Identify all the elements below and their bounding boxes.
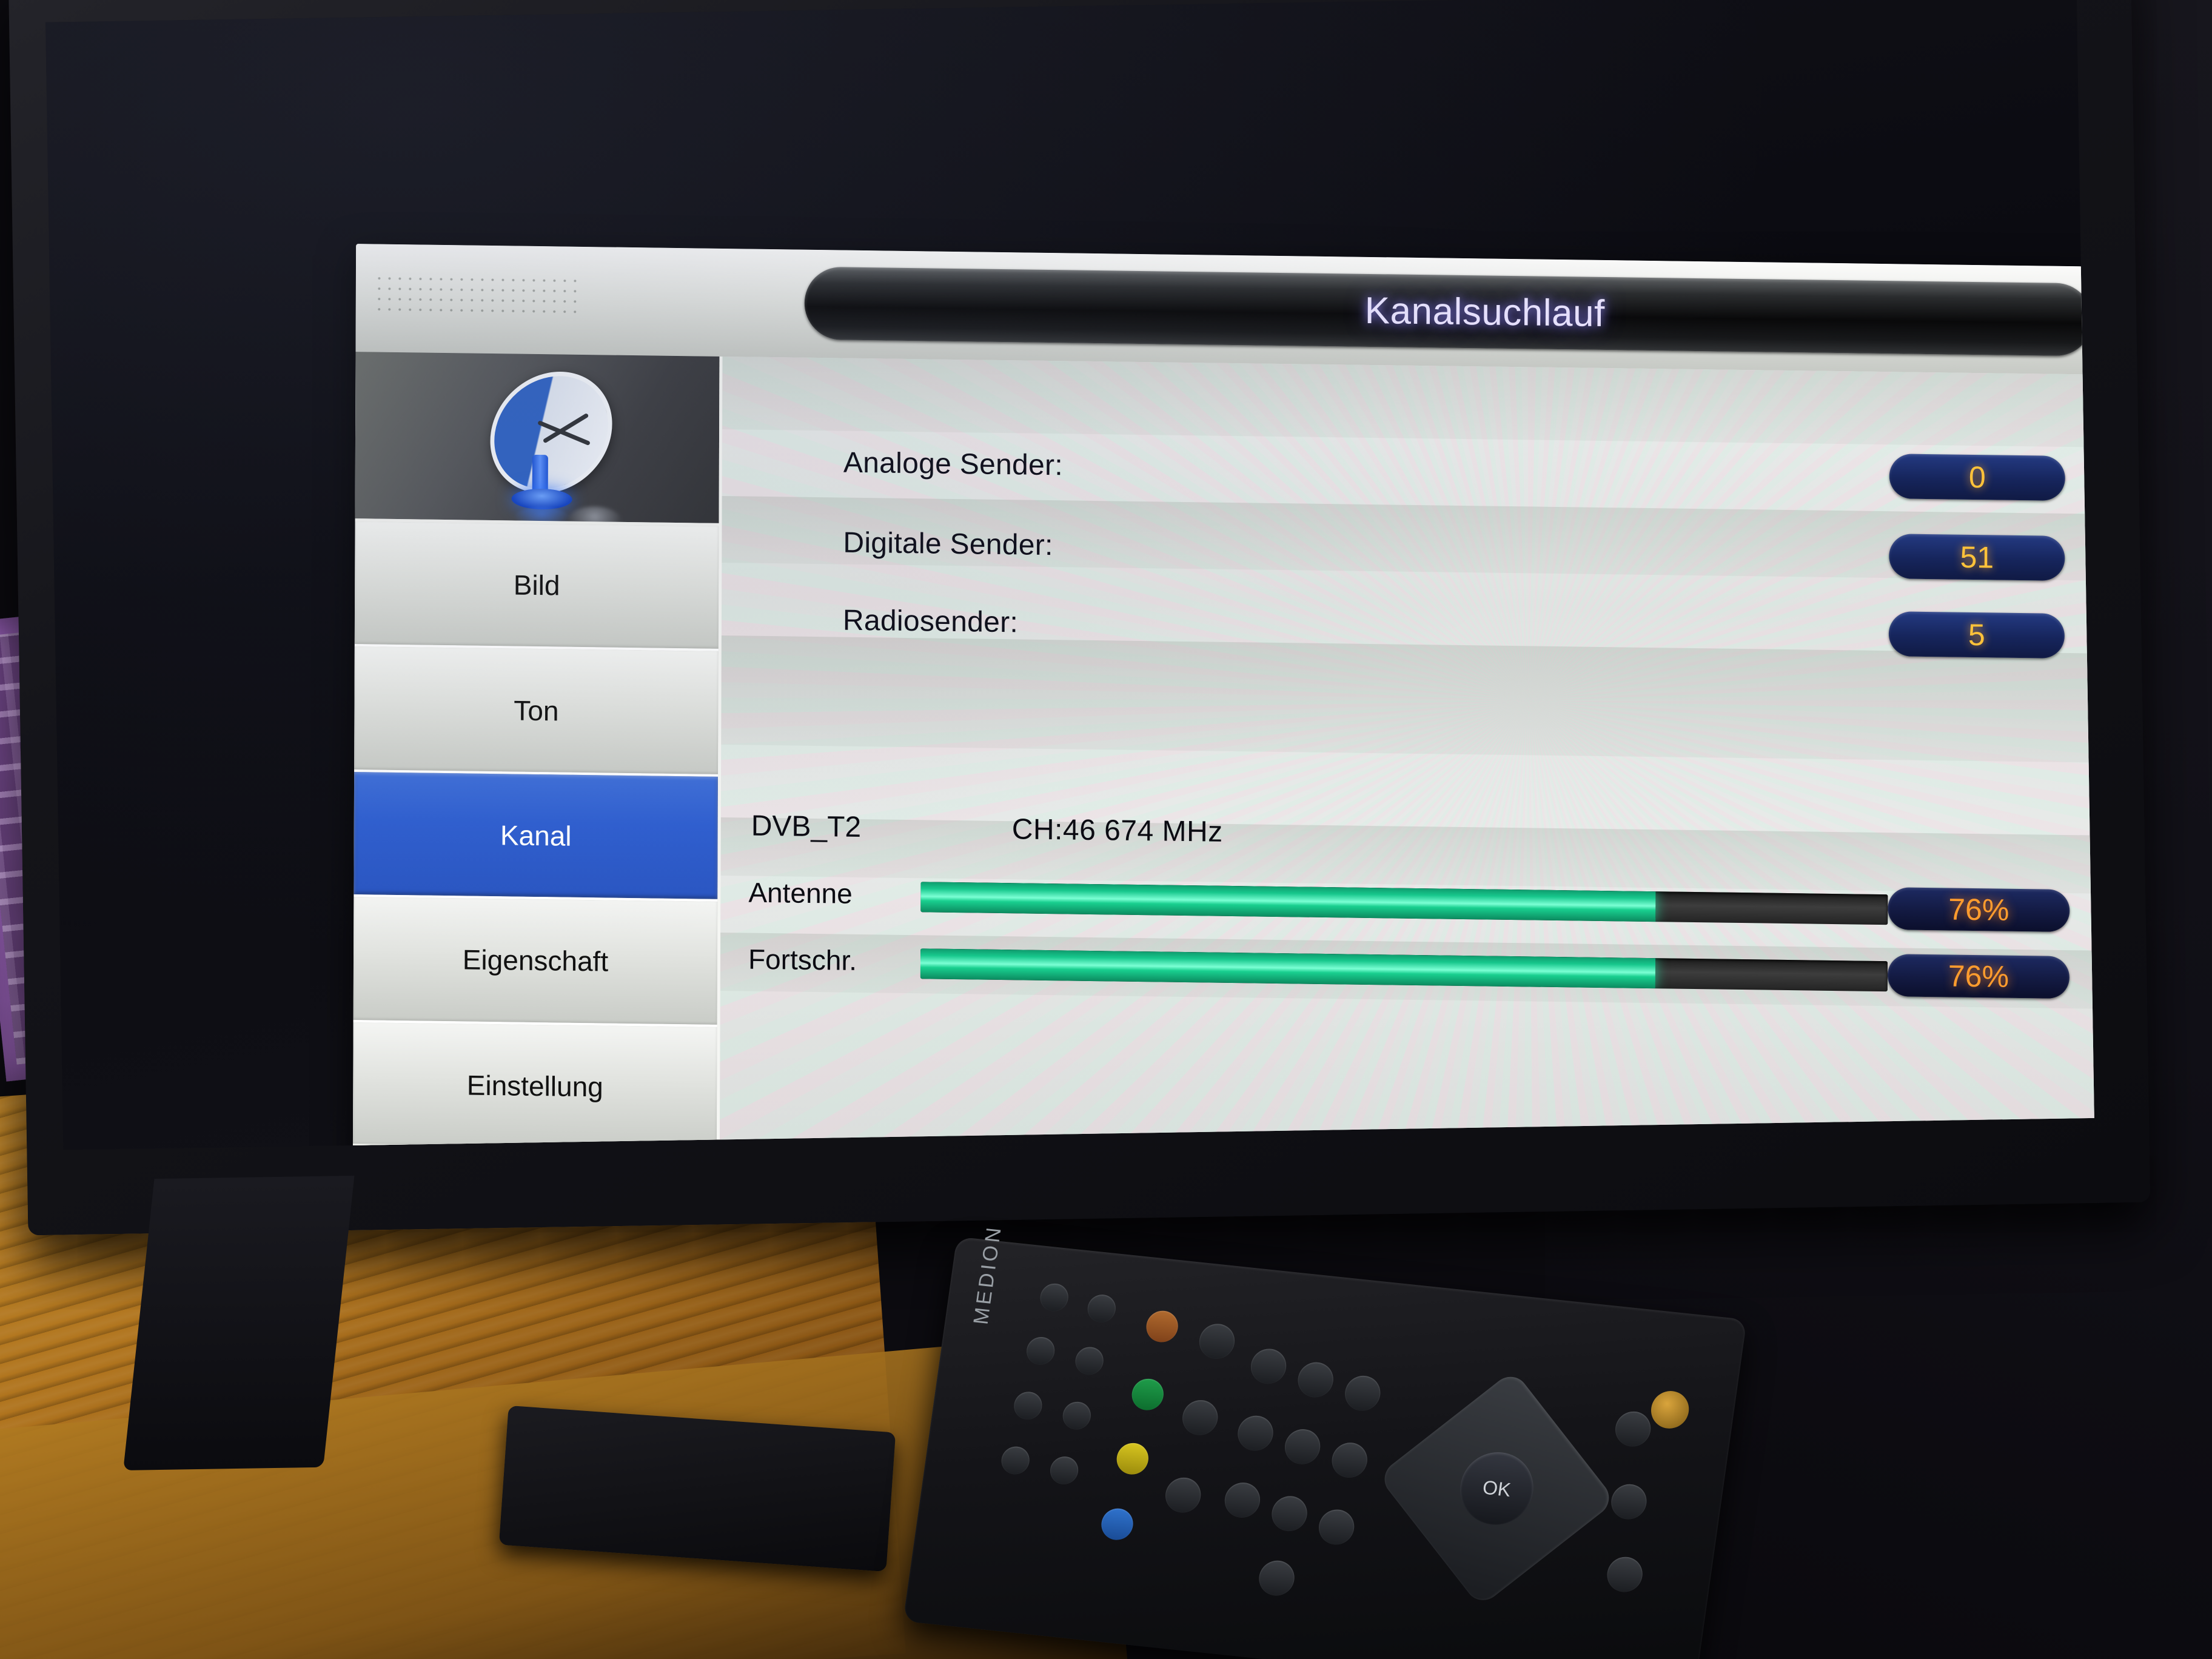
power-supply-brick	[498, 1405, 896, 1572]
sidebar-menu: Bild Ton Kanal Eigenschaft Einstellung	[352, 521, 719, 1150]
sidebar-icon-pane	[355, 352, 720, 526]
stat-value-badge: 5	[1888, 611, 2065, 659]
sidebar-item-einstellung[interactable]: Einstellung	[352, 1022, 717, 1150]
stat-row-radio: Radiosender: 5	[722, 586, 2094, 669]
bar-label-fortschr: Fortschr.	[748, 943, 857, 976]
signal-percent-badge: 76%	[1888, 887, 2070, 933]
sidebar-item-label: Ton	[514, 694, 559, 727]
remote-number-key[interactable]	[1329, 1441, 1370, 1480]
television: Kanalsuchlauf Bild Ton Kanal Eigenschaft…	[8, 0, 2151, 1470]
osd-content-panel: Analoge Sender: 0 Digitale Sender: 51 Ra…	[716, 356, 2094, 1150]
remote-number-key[interactable]	[1269, 1494, 1310, 1533]
remote-number-key[interactable]	[1342, 1374, 1383, 1413]
dish-dish-reflection	[567, 506, 622, 526]
remote-number-key[interactable]	[1222, 1481, 1262, 1520]
remote-number-key[interactable]	[1235, 1413, 1276, 1453]
scan-progress-row: Fortschr. 76%	[720, 934, 2094, 1010]
title-pill: Kanalsuchlauf	[804, 266, 2093, 357]
room-scene: Kanalsuchlauf Bild Ton Kanal Eigenschaft…	[0, 0, 2212, 1659]
remote-number-key[interactable]	[1256, 1558, 1297, 1598]
stat-value-badge: 0	[1889, 454, 2065, 501]
sidebar-item-label: Eigenschaft	[462, 943, 609, 977]
sidebar-item-ton[interactable]: Ton	[354, 646, 719, 777]
stat-label: Radiosender:	[842, 604, 1019, 638]
signal-bar-track	[920, 882, 1888, 925]
stat-row-analog: Analoge Sender: 0	[722, 428, 2094, 512]
tuner-standard: DVB_T2	[751, 809, 862, 844]
satellite-dish-icon	[477, 353, 629, 526]
osd-body: Bild Ton Kanal Eigenschaft Einstellung A…	[352, 352, 2094, 1150]
perforation-texture-top-left	[374, 273, 580, 320]
stat-value-badge: 51	[1889, 534, 2065, 581]
stat-label: Digitale Sender:	[843, 526, 1053, 561]
sidebar-item-eigenschaft[interactable]: Eigenschaft	[353, 897, 718, 1027]
signal-bar-fill	[920, 882, 1656, 922]
page-title: Kanalsuchlauf	[1364, 289, 1605, 335]
sidebar-item-label: Bild	[513, 569, 560, 602]
remote-number-key[interactable]	[1295, 1360, 1336, 1399]
dish-reflector	[477, 353, 625, 512]
tv-stand	[123, 1175, 355, 1470]
sidebar-item-kanal[interactable]: Kanal	[354, 771, 719, 902]
remote-number-key[interactable]	[1316, 1507, 1357, 1547]
progress-bar-fill	[920, 948, 1656, 989]
tuner-channel-frequency: CH:46 674 MHz	[1011, 813, 1223, 848]
remote-number-key[interactable]	[1248, 1347, 1289, 1386]
tv-screen: Kanalsuchlauf Bild Ton Kanal Eigenschaft…	[45, 0, 2094, 1150]
remote-number-key[interactable]	[1282, 1427, 1322, 1466]
sidebar-item-bild[interactable]: Bild	[354, 521, 719, 652]
sidebar-item-label: Kanal	[500, 819, 572, 852]
bar-label-antenne: Antenne	[748, 876, 853, 910]
stat-label: Analoge Sender:	[843, 446, 1064, 481]
sidebar-item-label: Einstellung	[466, 1069, 603, 1103]
osd-sidebar: Bild Ton Kanal Eigenschaft Einstellung	[352, 352, 720, 1150]
progress-percent-badge: 76%	[1887, 954, 2070, 999]
stat-row-digital: Digitale Sender: 51	[722, 508, 2094, 592]
progress-bar-track	[920, 948, 1888, 992]
osd-channel-scan-dialog: Kanalsuchlauf Bild Ton Kanal Eigenschaft…	[352, 244, 2094, 1150]
